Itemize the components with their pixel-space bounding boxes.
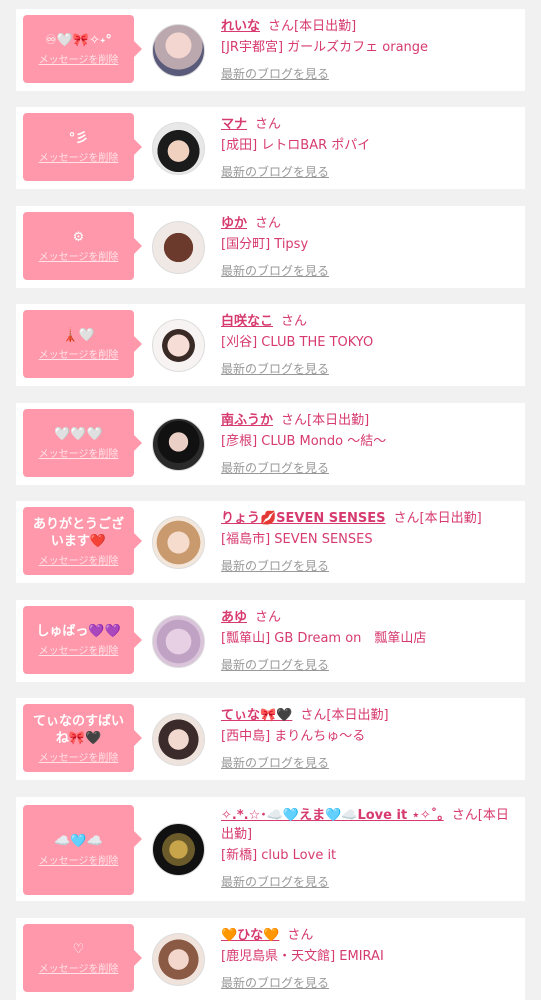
cast-name-link[interactable]: あゆ: [221, 610, 247, 625]
latest-blog-link[interactable]: 最新のブログを見る: [221, 656, 521, 675]
message-bubble: てぃなのすばいね🎀🖤 メッセージを削除: [23, 704, 142, 772]
message-card: しゅばっ💜💜 メッセージを削除 あゆ さん [瓢箪山] GB Dream on 瓢…: [16, 600, 525, 682]
latest-blog-link[interactable]: 最新のブログを見る: [221, 65, 521, 84]
delete-message-link[interactable]: メッセージを削除: [39, 346, 119, 361]
message-card: ☁️🩵☁️ メッセージを削除 ✧.*.☆･☁️🩵えま🩵☁️Love it ⋆✧˚…: [16, 797, 525, 901]
message-text: ♾🤍🎀✧˖°: [45, 33, 112, 48]
avatar[interactable]: [152, 24, 205, 77]
shop-name: [彦根] CLUB Mondo ～結～: [221, 434, 387, 449]
message-bubble: °彡 メッセージを削除: [23, 113, 142, 181]
message-text: 🗼🤍: [62, 328, 95, 343]
honorific: さん: [281, 314, 308, 329]
message-bubble: ♡ メッセージを削除: [23, 924, 142, 992]
delete-message-link[interactable]: メッセージを削除: [39, 960, 119, 975]
today-badge: [本日出勤]: [294, 19, 357, 34]
delete-message-link[interactable]: メッセージを削除: [39, 51, 119, 66]
message-card: 🗼🤍 メッセージを削除 白咲なこ さん [刈谷] CLUB THE TOKYO 最…: [16, 304, 525, 386]
latest-blog-link[interactable]: 最新のブログを見る: [221, 873, 521, 892]
shop-name: [瓢箪山] GB Dream on 瓢箪山店: [221, 631, 427, 646]
message-text: ☁️🩵☁️: [54, 834, 103, 849]
message-card: ♡ メッセージを削除 🧡ひな🧡 さん [鹿児島県・天文館] EMIRAI 最新のブ…: [16, 918, 525, 1000]
avatar[interactable]: [152, 319, 205, 372]
today-badge: [本日出勤]: [307, 413, 370, 428]
message-bubble: 🤍🤍🤍 メッセージを削除: [23, 409, 142, 477]
today-badge: [本日出勤]: [419, 511, 482, 526]
honorific: さん: [287, 928, 314, 943]
avatar[interactable]: [152, 933, 205, 986]
message-bubble: ☁️🩵☁️ メッセージを削除: [23, 805, 142, 895]
message-text: ♡: [72, 942, 85, 957]
avatar[interactable]: [152, 418, 205, 471]
cast-name-link[interactable]: ✧.*.☆･☁️🩵えま🩵☁️Love it ⋆✧˚｡: [221, 808, 444, 823]
message-text: てぃなのすばいね🎀🖤: [32, 713, 124, 746]
today-badge: [本日出勤]: [326, 708, 389, 723]
message-bubble: ♾🤍🎀✧˖° メッセージを削除: [23, 15, 142, 83]
message-text: ありがとうございます❤️: [32, 516, 124, 549]
cast-name-link[interactable]: れいな: [221, 19, 260, 34]
honorific: さん: [268, 19, 295, 34]
delete-message-link[interactable]: メッセージを削除: [39, 642, 119, 657]
avatar[interactable]: [152, 516, 205, 569]
message-bubble: 🗼🤍 メッセージを削除: [23, 310, 142, 378]
honorific: さん: [393, 511, 420, 526]
delete-message-link[interactable]: メッセージを削除: [39, 749, 119, 764]
message-bubble: ⚙ メッセージを削除: [23, 212, 142, 280]
cast-name-link[interactable]: ゆか: [221, 216, 247, 231]
shop-name: [西中島] まりんちゅ～る: [221, 729, 366, 744]
shop-name: [国分町] Tipsy: [221, 237, 309, 252]
shop-name: [JR宇都宮] ガールズカフェ orange: [221, 40, 429, 55]
message-text: °彡: [68, 131, 89, 146]
latest-blog-link[interactable]: 最新のブログを見る: [221, 754, 521, 773]
message-bubble: ありがとうございます❤️ メッセージを削除: [23, 507, 142, 575]
message-bubble: しゅばっ💜💜 メッセージを削除: [23, 606, 142, 674]
avatar[interactable]: [152, 823, 205, 876]
latest-blog-link[interactable]: 最新のブログを見る: [221, 557, 521, 576]
shop-name: [鹿児島県・天文館] EMIRAI: [221, 949, 384, 964]
cast-name-link[interactable]: 南ふうか: [221, 413, 273, 428]
message-text: 🤍🤍🤍: [54, 427, 103, 442]
avatar[interactable]: [152, 221, 205, 274]
honorific: さん: [281, 413, 308, 428]
cast-name-link[interactable]: 白咲なこ: [221, 314, 273, 329]
cast-name-link[interactable]: マナ: [221, 117, 247, 132]
delete-message-link[interactable]: メッセージを削除: [39, 552, 119, 567]
shop-name: [刈谷] CLUB THE TOKYO: [221, 335, 374, 350]
shop-name: [新橋] club Love it: [221, 848, 337, 863]
cast-name-link[interactable]: 🧡ひな🧡: [221, 928, 279, 943]
message-card: ありがとうございます❤️ メッセージを削除 りょう💋SEVEN SENSES さん…: [16, 501, 525, 583]
avatar[interactable]: [152, 122, 205, 175]
shop-name: [成田] レトロBAR ポパイ: [221, 138, 371, 153]
message-card: °彡 メッセージを削除 マナ さん [成田] レトロBAR ポパイ 最新のブログを…: [16, 107, 525, 189]
latest-blog-link[interactable]: 最新のブログを見る: [221, 974, 521, 993]
latest-blog-link[interactable]: 最新のブログを見る: [221, 262, 521, 281]
avatar[interactable]: [152, 615, 205, 668]
message-card: ♾🤍🎀✧˖° メッセージを削除 れいな さん[本日出勤] [JR宇都宮] ガールズ…: [16, 9, 525, 91]
honorific: さん: [255, 117, 282, 132]
shop-name: [福島市] SEVEN SENSES: [221, 532, 373, 547]
message-text: ⚙: [72, 230, 85, 245]
delete-message-link[interactable]: メッセージを削除: [39, 852, 119, 867]
avatar[interactable]: [152, 713, 205, 766]
honorific: さん: [451, 808, 478, 823]
honorific: さん: [300, 708, 327, 723]
honorific: さん: [255, 610, 282, 625]
latest-blog-link[interactable]: 最新のブログを見る: [221, 360, 521, 379]
message-text: しゅばっ💜💜: [36, 624, 121, 639]
message-card: 🤍🤍🤍 メッセージを削除 南ふうか さん[本日出勤] [彦根] CLUB Mond…: [16, 403, 525, 485]
latest-blog-link[interactable]: 最新のブログを見る: [221, 163, 521, 182]
cast-name-link[interactable]: りょう💋SEVEN SENSES: [221, 511, 386, 526]
cast-name-link[interactable]: てぃな🎀🖤: [221, 708, 292, 723]
message-card: てぃなのすばいね🎀🖤 メッセージを削除 てぃな🎀🖤 さん[本日出勤] [西中島] …: [16, 698, 525, 780]
message-card: ⚙ メッセージを削除 ゆか さん [国分町] Tipsy 最新のブログを見る: [16, 206, 525, 288]
honorific: さん: [255, 216, 282, 231]
latest-blog-link[interactable]: 最新のブログを見る: [221, 459, 521, 478]
delete-message-link[interactable]: メッセージを削除: [39, 445, 119, 460]
delete-message-link[interactable]: メッセージを削除: [39, 248, 119, 263]
delete-message-link[interactable]: メッセージを削除: [39, 149, 119, 164]
